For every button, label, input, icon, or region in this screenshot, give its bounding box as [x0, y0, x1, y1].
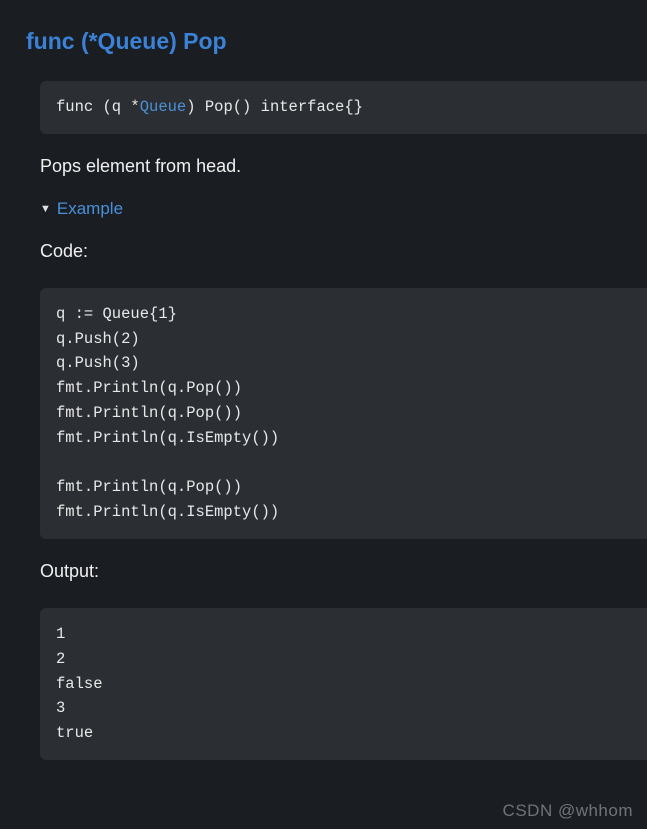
output-section-label: Output: — [40, 561, 647, 582]
triangle-down-icon: ▼ — [40, 203, 51, 215]
example-code-block: q := Queue{1} q.Push(2) q.Push(3) fmt.Pr… — [40, 288, 647, 539]
type-link-queue[interactable]: Queue — [140, 98, 187, 116]
sig-suffix: ) Pop() interface{} — [186, 98, 363, 116]
sig-prefix: func (q * — [56, 98, 140, 116]
output-block: 1 2 false 3 true — [40, 608, 647, 760]
function-heading[interactable]: func (*Queue) Pop — [0, 0, 647, 55]
signature-block: func (q *Queue) Pop() interface{} — [40, 81, 647, 134]
code-section-label: Code: — [40, 241, 647, 262]
description-text: Pops element from head. — [40, 156, 647, 177]
example-toggle[interactable]: ▼ Example — [40, 199, 647, 219]
example-label: Example — [57, 199, 123, 219]
content-area: func (q *Queue) Pop() interface{} Pops e… — [0, 81, 647, 760]
watermark-text: CSDN @whhom — [503, 801, 633, 821]
